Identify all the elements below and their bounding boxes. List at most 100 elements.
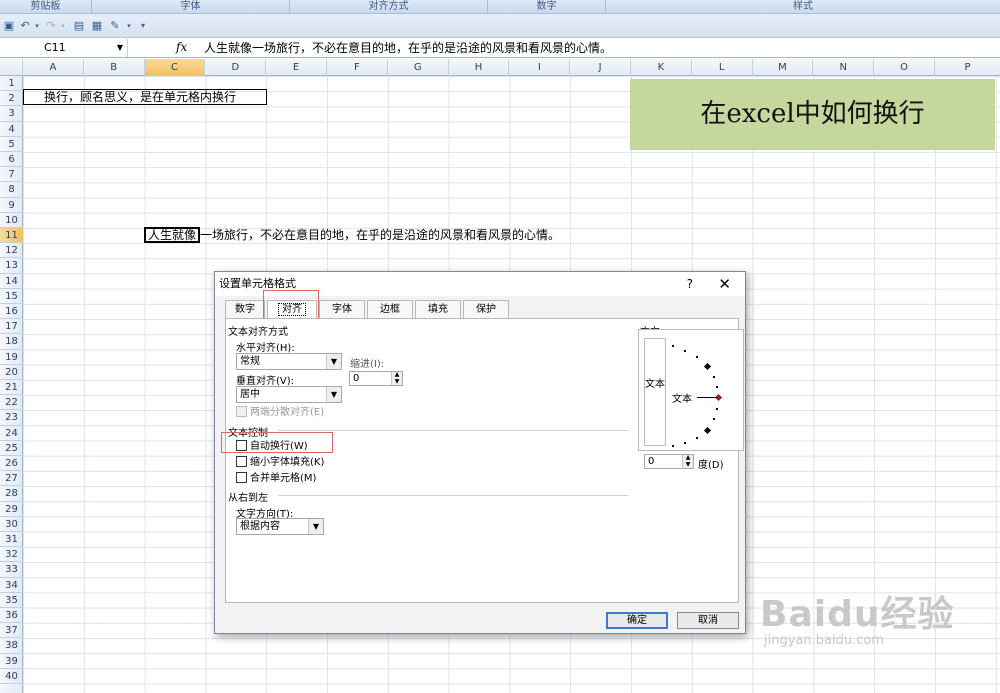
col-header-b[interactable]: B	[84, 59, 145, 76]
row-header-40[interactable]: 40	[0, 669, 23, 684]
row-header-25[interactable]: 25	[0, 441, 23, 456]
tab-fill[interactable]: 填充	[415, 300, 461, 318]
name-box-dropdown-icon[interactable]: ▼	[117, 39, 123, 57]
text-direction-select[interactable]: 根据内容 ▼	[236, 518, 324, 535]
row-header-1[interactable]: 1	[0, 76, 23, 92]
print-preview-icon[interactable]: ▤	[72, 19, 86, 33]
row-header-15[interactable]: 15	[0, 289, 23, 304]
chevron-down-icon[interactable]: ▼	[326, 387, 341, 402]
row-header-5[interactable]: 5	[0, 137, 23, 152]
row-header-18[interactable]: 18	[0, 334, 23, 350]
row-header-21[interactable]: 21	[0, 380, 23, 396]
ribbon-group-number[interactable]: 数字	[488, 0, 606, 14]
row-header-32[interactable]: 32	[0, 547, 23, 563]
col-header-c[interactable]: C	[144, 59, 206, 76]
row-header-14[interactable]: 14	[0, 274, 23, 289]
row-header-12[interactable]: 12	[0, 243, 23, 259]
vertical-text-option[interactable]: 文本	[644, 338, 666, 446]
degrees-spinner[interactable]: 0 ▲ ▼	[644, 454, 694, 469]
row-header-7[interactable]: 7	[0, 167, 23, 183]
row-header-3[interactable]: 3	[0, 106, 23, 122]
chevron-down-icon[interactable]: ▼	[326, 354, 341, 369]
spin-arrows-icon[interactable]: ▲ ▼	[682, 454, 693, 468]
ribbon-group-font[interactable]: 字体	[92, 0, 290, 14]
col-header-f[interactable]: F	[327, 59, 388, 76]
row-header-35[interactable]: 35	[0, 593, 23, 608]
cell-c11[interactable]: 人生就像 一场旅行，不必在意目的地，在乎的是沿途的风景和看风景的心情。	[144, 227, 560, 243]
row-header-8[interactable]: 8	[0, 182, 23, 198]
row-header-39[interactable]: 39	[0, 654, 23, 669]
help-icon[interactable]: ?	[687, 272, 693, 296]
col-header-l[interactable]: L	[692, 59, 753, 76]
row-header-4[interactable]: 4	[0, 122, 23, 137]
row-header-33[interactable]: 33	[0, 562, 23, 578]
row-header-26[interactable]: 26	[0, 456, 23, 472]
orientation-box[interactable]: 文本 文本	[638, 329, 744, 451]
active-cell-text[interactable]: 人生就像	[144, 227, 201, 243]
save-icon[interactable]: ▣	[2, 19, 16, 33]
ribbon-group-styles[interactable]: 样式	[606, 0, 1000, 14]
row-header-36[interactable]: 36	[0, 608, 23, 624]
col-header-a[interactable]: A	[23, 59, 84, 76]
row-header-16[interactable]: 16	[0, 304, 23, 320]
formula-input[interactable]: 人生就像一场旅行，不必在意目的地，在乎的是沿途的风景和看风景的心情。	[204, 39, 612, 57]
col-header-n[interactable]: N	[813, 59, 875, 76]
row-header-34[interactable]: 34	[0, 578, 23, 593]
row-header-38[interactable]: 38	[0, 638, 23, 654]
horizontal-align-select[interactable]: 常规 ▼	[236, 353, 342, 370]
form-icon[interactable]: ▦	[90, 19, 104, 33]
row-header-10[interactable]: 10	[0, 213, 23, 228]
row-header-29[interactable]: 29	[0, 502, 23, 517]
col-header-g[interactable]: G	[388, 59, 449, 76]
row-header-23[interactable]: 23	[0, 410, 23, 426]
col-header-m[interactable]: M	[753, 59, 814, 76]
col-header-p[interactable]: P	[935, 59, 1000, 76]
ok-button[interactable]: 确定	[606, 612, 668, 629]
row-header-28[interactable]: 28	[0, 486, 23, 502]
col-header-o[interactable]: O	[874, 59, 935, 76]
row-header-30[interactable]: 30	[0, 517, 23, 532]
col-header-h[interactable]: H	[449, 59, 510, 76]
chevron-down-icon[interactable]: ▼	[308, 519, 323, 534]
row-header-37[interactable]: 37	[0, 623, 23, 639]
row-header-22[interactable]: 22	[0, 395, 23, 411]
row-header-13[interactable]: 13	[0, 258, 23, 274]
undo-dropdown-icon[interactable]: ▾	[30, 19, 44, 33]
tab-protection[interactable]: 保护	[463, 300, 509, 318]
col-header-j[interactable]: J	[570, 59, 631, 76]
ribbon-group-clipboard[interactable]: 剪贴板	[0, 0, 92, 14]
redo-dropdown-icon[interactable]: ▾	[56, 19, 70, 33]
row-header-11[interactable]: 11	[0, 228, 23, 244]
close-icon[interactable]: ✕	[718, 272, 731, 296]
row-header-6[interactable]: 6	[0, 152, 23, 168]
tab-font[interactable]: 字体	[319, 300, 365, 318]
row-header-9[interactable]: 9	[0, 198, 23, 213]
col-header-i[interactable]: I	[509, 59, 571, 76]
col-header-k[interactable]: K	[631, 59, 692, 76]
clear-dropdown-icon[interactable]: ▾	[122, 19, 136, 33]
tab-border[interactable]: 边框	[367, 300, 413, 318]
justify-distributed-checkbox[interactable]: 两端分散对齐(E)	[236, 406, 324, 419]
row-header-31[interactable]: 31	[0, 532, 23, 548]
row-header-2[interactable]: 2	[0, 91, 23, 107]
row-header-24[interactable]: 24	[0, 426, 23, 441]
customize-toolbar-icon[interactable]: ▾	[136, 19, 150, 33]
cancel-button[interactable]: 取消	[677, 612, 739, 629]
row-header-19[interactable]: 19	[0, 350, 23, 365]
clear-format-icon[interactable]: ✎	[108, 19, 122, 33]
vertical-align-select[interactable]: 居中 ▼	[236, 386, 342, 403]
merge-cells-checkbox[interactable]: 合并单元格(M)	[236, 472, 316, 485]
row-header-17[interactable]: 17	[0, 319, 23, 335]
insert-function-icon[interactable]: fx	[176, 40, 187, 54]
spin-arrows-icon[interactable]: ▲ ▼	[391, 371, 402, 385]
row-header-27[interactable]: 27	[0, 471, 23, 487]
shrink-to-fit-checkbox[interactable]: 缩小字体填充(K)	[236, 456, 324, 469]
name-box[interactable]: C11 ▼	[0, 39, 128, 57]
cell-a2[interactable]: 换行，顾名思义，是在单元格内换行	[23, 89, 267, 105]
row-header-20[interactable]: 20	[0, 365, 23, 380]
ribbon-group-alignment[interactable]: 对齐方式	[290, 0, 488, 14]
col-header-e[interactable]: E	[266, 59, 327, 76]
col-header-d[interactable]: D	[205, 59, 267, 76]
tab-number[interactable]: 数字	[225, 300, 265, 318]
select-all-corner[interactable]	[0, 59, 23, 76]
